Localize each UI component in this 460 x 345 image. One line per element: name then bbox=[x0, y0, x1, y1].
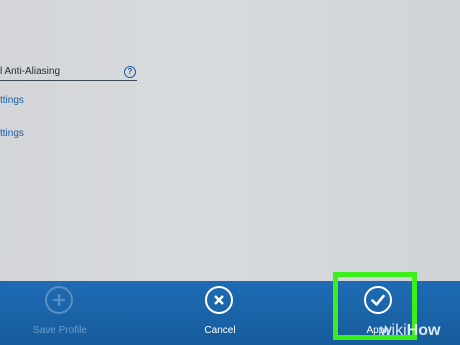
save-profile-label: Save Profile bbox=[33, 325, 87, 336]
antialiasing-setting-row[interactable]: l Anti-Aliasing ? bbox=[0, 64, 137, 81]
watermark-part-2: How bbox=[406, 322, 441, 339]
plus-icon bbox=[45, 286, 73, 314]
settings-panel: l Anti-Aliasing ? ttings ttings bbox=[0, 0, 460, 281]
settings-link-1[interactable]: ttings bbox=[0, 95, 24, 106]
antialiasing-label: l Anti-Aliasing bbox=[0, 66, 61, 77]
cancel-label: Cancel bbox=[204, 325, 236, 336]
close-icon bbox=[205, 286, 233, 314]
settings-link-2[interactable]: ttings bbox=[0, 128, 24, 139]
wikihow-watermark: wikiHow bbox=[380, 322, 440, 340]
cancel-button[interactable]: Cancel bbox=[175, 281, 265, 345]
watermark-part-1: wiki bbox=[380, 322, 407, 339]
checkmark-icon bbox=[364, 286, 392, 314]
help-icon[interactable]: ? bbox=[124, 66, 136, 78]
screen: l Anti-Aliasing ? ttings ttings Save Pro… bbox=[0, 0, 460, 345]
save-profile-button[interactable]: Save Profile bbox=[15, 281, 105, 345]
